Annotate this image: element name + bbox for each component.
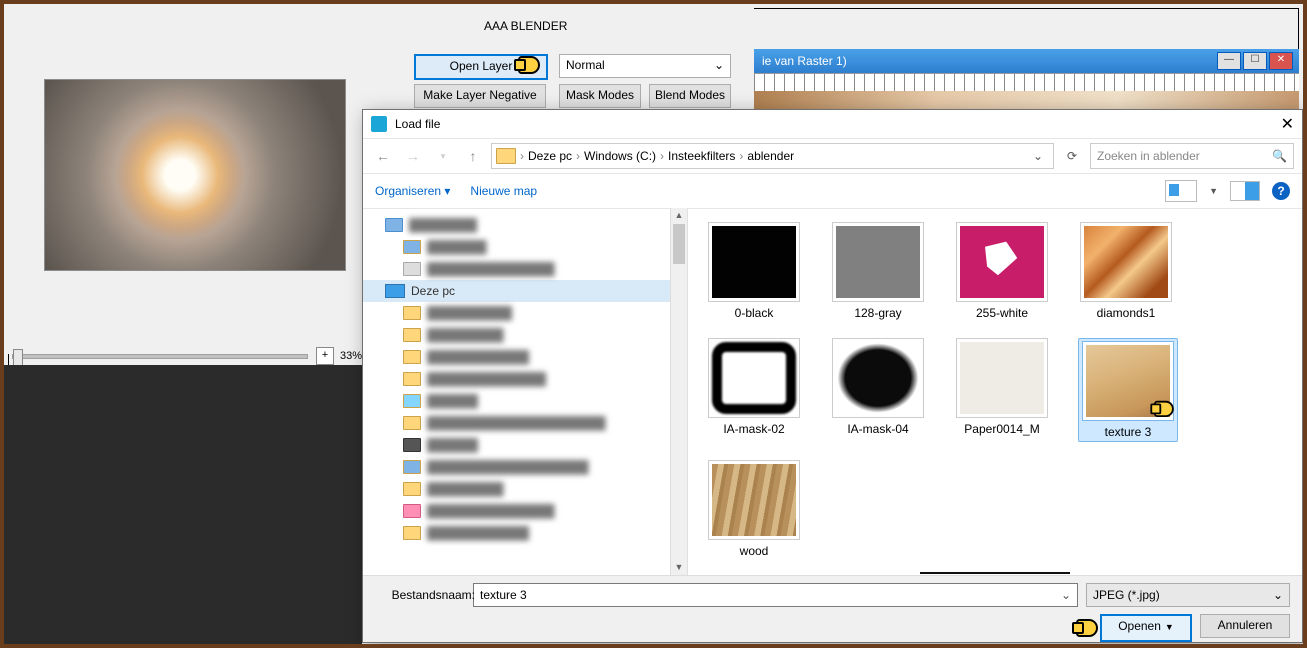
load-file-dialog: Load file ✕ ← → ▾ ↑ › Deze pc› Windows (… <box>362 109 1303 643</box>
new-folder-button[interactable]: Nieuwe map <box>470 184 537 198</box>
filetype-select[interactable]: JPEG (*.jpg)⌄ <box>1086 583 1290 607</box>
tree-scrollbar[interactable]: ▲▼ <box>670 208 687 576</box>
filename-label: Bestandsnaam: <box>375 588 475 602</box>
file-item[interactable]: wood <box>706 460 802 558</box>
folder-icon <box>496 148 516 164</box>
nav-back-button[interactable]: ← <box>371 144 395 168</box>
mask-modes-button[interactable]: Mask Modes <box>559 84 641 108</box>
file-name: 128-gray <box>830 306 926 320</box>
open-button[interactable]: Openen▼ <box>1100 614 1192 642</box>
bgwin-minimize-icon[interactable]: — <box>1217 52 1241 70</box>
file-item[interactable]: diamonds1 <box>1078 222 1174 320</box>
chevron-down-icon[interactable]: ⌄ <box>1027 149 1049 163</box>
nav-forward-button[interactable]: → <box>401 144 425 168</box>
file-name: Paper0014_M <box>954 422 1050 436</box>
preview-image: claudia <box>44 79 346 271</box>
bg-canvas-peek <box>754 91 1299 109</box>
this-pc-icon <box>385 284 405 298</box>
tree-this-pc[interactable]: Deze pc <box>411 284 455 298</box>
nav-recent-button[interactable]: ▾ <box>431 144 455 168</box>
file-name: IA-mask-04 <box>830 422 926 436</box>
background-window-titlebar: ie van Raster 1) — ☐ ✕ <box>754 49 1299 73</box>
ruler <box>754 73 1299 93</box>
blend-modes-button[interactable]: Blend Modes <box>649 84 731 108</box>
preview-pane-button[interactable] <box>1230 181 1260 201</box>
make-negative-button[interactable]: Make Layer Negative <box>414 84 546 108</box>
view-mode-button[interactable] <box>1165 180 1197 202</box>
filename-input[interactable]: texture 3⌄ <box>473 583 1078 607</box>
workspace-dark-area <box>4 365 362 645</box>
file-item[interactable]: texture 3 <box>1078 338 1178 442</box>
file-list[interactable]: 0-black 128-gray 255-white diamonds1 IA-mask… <box>688 208 1302 576</box>
bgwin-maximize-icon[interactable]: ☐ <box>1243 52 1267 70</box>
file-name: wood <box>706 544 802 558</box>
file-name: texture 3 <box>1081 425 1175 439</box>
search-input[interactable]: Zoeken in ablender 🔍 <box>1090 143 1294 169</box>
dialog-close-button[interactable]: ✕ <box>1281 114 1294 134</box>
help-icon[interactable]: ? <box>1272 182 1290 200</box>
cursor-pointer-icon <box>1072 617 1100 637</box>
file-name: 255-white <box>954 306 1050 320</box>
cancel-button[interactable]: Annuleren <box>1200 614 1290 638</box>
file-name: 0-black <box>706 306 802 320</box>
breadcrumb[interactable]: › Deze pc› Windows (C:)› Insteekfilters›… <box>491 143 1054 169</box>
nav-up-button[interactable]: ↑ <box>461 144 485 168</box>
file-item[interactable]: 255-white <box>954 222 1050 320</box>
search-icon: 🔍 <box>1272 149 1287 163</box>
file-item[interactable]: Paper0014_M <box>954 338 1050 442</box>
bgwin-close-icon[interactable]: ✕ <box>1269 52 1293 70</box>
organize-menu[interactable]: Organiseren ▾ <box>375 184 450 198</box>
blend-mode-select[interactable]: Normal⌄ <box>559 54 731 78</box>
file-name: diamonds1 <box>1078 306 1174 320</box>
dialog-title: Load file <box>395 117 440 131</box>
plugin-title: AAA BLENDER <box>484 19 567 33</box>
zoom-plus-button[interactable]: + <box>316 347 334 365</box>
zoom-percent: 33% <box>340 350 362 362</box>
file-item[interactable]: IA-mask-04 <box>830 338 926 442</box>
zoom-slider[interactable] <box>12 354 308 359</box>
refresh-button[interactable]: ⟳ <box>1060 144 1084 168</box>
dialog-app-icon <box>371 116 387 132</box>
file-item[interactable]: IA-mask-02 <box>706 338 802 442</box>
file-item[interactable]: 128-gray <box>830 222 926 320</box>
file-item[interactable]: 0-black <box>706 222 802 320</box>
file-name: IA-mask-02 <box>706 422 802 436</box>
open-layer-button[interactable]: Open Layer <box>414 54 548 80</box>
folder-tree[interactable]: ████████ ███████ ███████████████ Deze pc… <box>363 208 688 576</box>
